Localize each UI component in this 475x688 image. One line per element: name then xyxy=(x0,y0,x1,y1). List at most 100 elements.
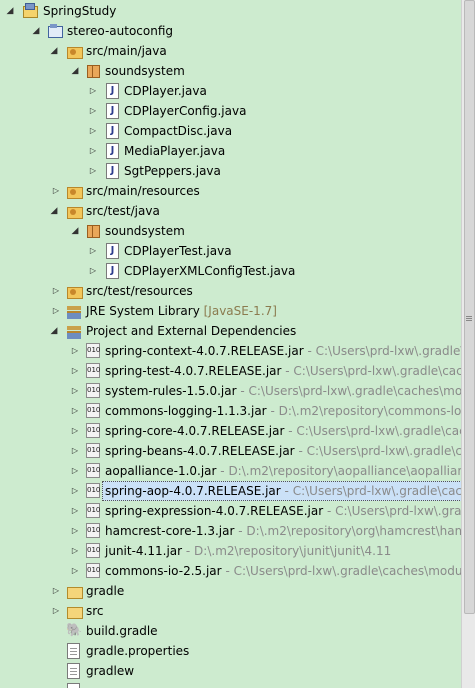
collapsed-arrow-icon[interactable]: ▷ xyxy=(87,81,99,101)
scrollbar-thumb[interactable] xyxy=(464,0,475,614)
vertical-scrollbar[interactable] xyxy=(461,0,475,688)
tree-label: Project and External Dependencies xyxy=(86,324,297,338)
tree-label: soundsystem xyxy=(105,64,185,78)
collapsed-arrow-icon[interactable]: ▷ xyxy=(69,381,81,401)
tree-row-jar[interactable]: ▷ 010 spring-test-4.0.7.RELEASE.jar - C:\U… xyxy=(0,361,461,381)
collapsed-arrow-icon[interactable]: ▷ xyxy=(50,181,62,201)
tree-row-jar[interactable]: ▷ 010 spring-core-4.0.7.RELEASE.jar - C:\U… xyxy=(0,421,461,441)
jar-file-icon: 010 xyxy=(86,523,100,538)
jar-path: - C:\Users\prd-lxw\.gradle\cache xyxy=(285,364,461,378)
jar-name: spring-beans-4.0.7.RELEASE.jar xyxy=(105,444,295,458)
tree-row-gradle-properties[interactable]: gradle.properties xyxy=(0,641,461,661)
java-file-icon: J xyxy=(106,83,119,99)
tree-row-java-file[interactable]: ▷ J CompactDisc.java xyxy=(0,121,461,141)
tree-row-java-file[interactable]: ▷ J CDPlayerTest.java xyxy=(0,241,461,261)
collapsed-arrow-icon[interactable]: ▷ xyxy=(87,141,99,161)
collapsed-arrow-icon[interactable]: ▷ xyxy=(87,241,99,261)
collapsed-arrow-icon[interactable]: ▷ xyxy=(87,161,99,181)
collapsed-arrow-icon[interactable]: ▷ xyxy=(69,481,81,501)
jre-version-decoration: [JavaSE-1.7] xyxy=(203,304,277,318)
expanded-arrow-icon[interactable]: ◢ xyxy=(48,321,60,341)
tree-row-jar[interactable]: ▷ 010 aopalliance-1.0.jar - D:\.m2\reposit… xyxy=(0,461,461,481)
tree-row-java-file[interactable]: ▷ J CDPlayer.java xyxy=(0,81,461,101)
collapsed-arrow-icon[interactable]: ▷ xyxy=(69,501,81,521)
java-file-icon: J xyxy=(106,163,119,179)
tree-row-jar[interactable]: ▷ 010 spring-beans-4.0.7.RELEASE.jar - C:\… xyxy=(0,441,461,461)
tree-label: JRE System Library xyxy=(86,304,200,318)
collapsed-arrow-icon[interactable]: ▷ xyxy=(87,101,99,121)
tree-row-jar[interactable]: ▷ 010 spring-context-4.0.7.RELEASE.jar - C… xyxy=(0,341,461,361)
jar-name: system-rules-1.5.0.jar xyxy=(105,384,237,398)
tree-row-java-file[interactable]: ▷ J CDPlayerXMLConfigTest.java xyxy=(0,261,461,281)
tree-label: MediaPlayer.java xyxy=(124,144,226,158)
library-icon xyxy=(66,303,82,319)
gradle-elephant-icon: 🐘 xyxy=(66,623,83,638)
expanded-arrow-icon[interactable]: ◢ xyxy=(4,1,16,21)
collapsed-arrow-icon[interactable]: ▷ xyxy=(50,281,62,301)
tree-row-gradle-folder[interactable]: ▷ gradle xyxy=(0,581,461,601)
jar-path: - D:\.m2\repository\aopalliance\aopallia… xyxy=(220,464,461,478)
tree-row-gradlew[interactable]: gradlew xyxy=(0,661,461,681)
collapsed-arrow-icon[interactable]: ▷ xyxy=(50,601,62,621)
collapsed-arrow-icon[interactable]: ▷ xyxy=(50,301,62,321)
tree-row-dependencies[interactable]: ◢ Project and External Dependencies xyxy=(0,321,461,341)
tree-row-src-main-resources[interactable]: ▷ src/main/resources xyxy=(0,181,461,201)
jar-name: commons-logging-1.1.3.jar xyxy=(105,404,267,418)
jar-name: hamcrest-core-1.3.jar xyxy=(105,524,235,538)
collapsed-arrow-icon[interactable]: ▷ xyxy=(69,441,81,461)
jar-name: spring-expression-4.0.7.RELEASE.jar xyxy=(105,504,324,518)
tree-row-src-test-java[interactable]: ◢ src/test/java xyxy=(0,201,461,221)
jar-name: spring-core-4.0.7.RELEASE.jar xyxy=(105,424,285,438)
collapsed-arrow-icon[interactable]: ▷ xyxy=(69,401,81,421)
tree-row-java-file[interactable]: ▷ J SgtPeppers.java xyxy=(0,161,461,181)
tree-row-jar[interactable]: ▷ 010 spring-expression-4.0.7.RELEASE.jar … xyxy=(0,501,461,521)
expanded-arrow-icon[interactable]: ◢ xyxy=(48,41,60,61)
tree-row-jre[interactable]: ▷ JRE System Library [JavaSE-1.7] xyxy=(0,301,461,321)
tree-row-module[interactable]: ◢ stereo-autoconfig xyxy=(0,21,461,41)
tree-row-src-main-java[interactable]: ◢ src/main/java xyxy=(0,41,461,61)
tree-row-package-main[interactable]: ◢ soundsystem xyxy=(0,61,461,81)
collapsed-arrow-icon[interactable]: ▷ xyxy=(69,361,81,381)
tree-label: src/main/java xyxy=(86,44,167,58)
expanded-arrow-icon[interactable]: ◢ xyxy=(48,201,60,221)
jar-path: - C:\Users\prd-lxw\.gradl xyxy=(326,504,461,518)
jar-path: - C:\Users\prd-lxw\.gradle\ca xyxy=(307,344,461,358)
tree-row-jar[interactable]: ▷ 010 hamcrest-core-1.3.jar - D:\.m2\repos… xyxy=(0,521,461,541)
jar-file-icon: 010 xyxy=(86,423,100,438)
collapsed-arrow-icon[interactable]: ▷ xyxy=(69,561,81,581)
collapsed-arrow-icon[interactable]: ▷ xyxy=(50,581,62,601)
collapsed-arrow-icon[interactable]: ▷ xyxy=(69,461,81,481)
collapsed-arrow-icon[interactable]: ▷ xyxy=(69,421,81,441)
tree-row-package-test[interactable]: ◢ soundsystem xyxy=(0,221,461,241)
expanded-arrow-icon[interactable]: ◢ xyxy=(69,221,81,241)
tree-row-java-file[interactable]: ▷ J CDPlayerConfig.java xyxy=(0,101,461,121)
collapsed-arrow-icon[interactable]: ▷ xyxy=(69,521,81,541)
folder-icon xyxy=(66,603,83,619)
jar-file-icon: 010 xyxy=(86,563,100,578)
expanded-arrow-icon[interactable]: ◢ xyxy=(30,21,42,41)
tree-label: CDPlayerXMLConfigTest.java xyxy=(124,264,296,278)
tree-row-project[interactable]: ◢ SpringStudy xyxy=(0,1,461,21)
tree-label: gradlew xyxy=(86,664,135,678)
tree-row-partial xyxy=(0,681,461,688)
tree-label: SgtPeppers.java xyxy=(124,164,221,178)
tree-row-src-test-resources[interactable]: ▷ src/test/resources xyxy=(0,281,461,301)
collapsed-arrow-icon[interactable]: ▷ xyxy=(87,121,99,141)
source-folder-icon xyxy=(66,183,83,199)
jar-file-icon: 010 xyxy=(86,363,100,378)
tree-row-java-file[interactable]: ▷ J MediaPlayer.java xyxy=(0,141,461,161)
collapsed-arrow-icon[interactable]: ▷ xyxy=(69,541,81,561)
jar-file-icon: 010 xyxy=(86,483,100,498)
tree-row-src-folder[interactable]: ▷ src xyxy=(0,601,461,621)
tree-row-jar[interactable]: ▷ 010 spring-aop-4.0.7.RELEASE.jar - C:\Us… xyxy=(0,481,461,501)
tree-row-jar[interactable]: ▷ 010 commons-logging-1.1.3.jar - D:\.m2\r… xyxy=(0,401,461,421)
tree-label: SpringStudy xyxy=(43,4,117,18)
expanded-arrow-icon[interactable]: ◢ xyxy=(69,61,81,81)
tree-row-build-gradle[interactable]: 🐘 build.gradle xyxy=(0,621,461,641)
collapsed-arrow-icon[interactable]: ▷ xyxy=(87,261,99,281)
tree-row-jar[interactable]: ▷ 010 junit-4.11.jar - D:\.m2\repository\j… xyxy=(0,541,461,561)
collapsed-arrow-icon[interactable]: ▷ xyxy=(69,341,81,361)
tree-label: CDPlayerTest.java xyxy=(124,244,232,258)
tree-row-jar[interactable]: ▷ 010 system-rules-1.5.0.jar - C:\Users\pr… xyxy=(0,381,461,401)
tree-row-jar[interactable]: ▷ 010 commons-io-2.5.jar - C:\Users\prd-lx… xyxy=(0,561,461,581)
